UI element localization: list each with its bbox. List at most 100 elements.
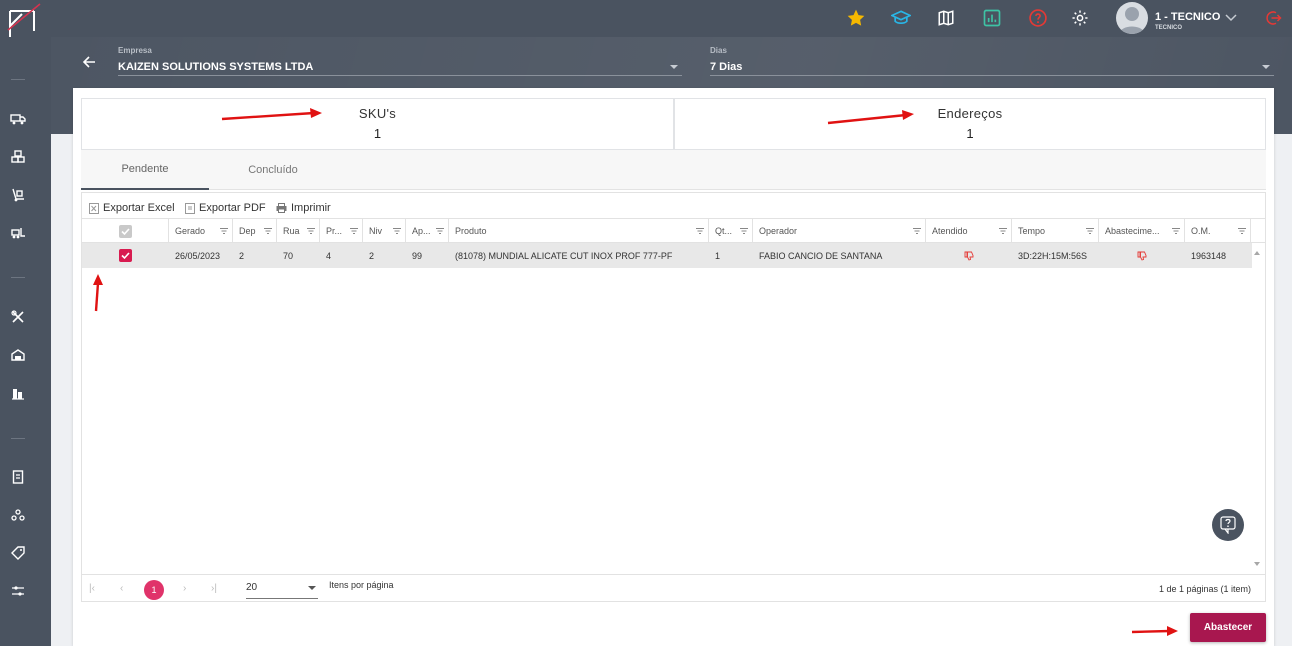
first-page-icon[interactable]: |‹	[89, 583, 95, 594]
col-header-niv[interactable]: Niv	[363, 219, 406, 243]
col-header-produto[interactable]: Produto	[449, 219, 709, 243]
current-page[interactable]: 1	[144, 580, 164, 600]
star-icon[interactable]	[845, 7, 867, 29]
filter-icon	[696, 228, 704, 234]
gear-icon[interactable]	[1069, 7, 1091, 29]
row-select-cell	[82, 243, 169, 268]
boxes-icon[interactable]	[10, 149, 26, 165]
thumbs-down-icon	[1137, 251, 1147, 261]
scroll-up-icon[interactable]	[1254, 251, 1260, 255]
map-icon[interactable]	[935, 7, 957, 29]
pdf-icon	[185, 202, 195, 214]
col-header-abastecimento[interactable]: Abastecime...	[1099, 219, 1185, 243]
col-header-qt[interactable]: Qt...	[709, 219, 753, 243]
col-header-dep[interactable]: Dep	[233, 219, 277, 243]
enderecos-value: 1	[966, 126, 974, 141]
sidebar-divider	[11, 277, 25, 278]
logout-icon[interactable]	[1262, 7, 1284, 29]
question-bubble-icon	[1220, 516, 1236, 534]
dias-label: Dias	[710, 46, 727, 55]
cell-om: 1963148	[1191, 250, 1227, 261]
truck-icon[interactable]	[10, 111, 26, 127]
next-page-icon[interactable]: ›	[183, 583, 186, 594]
cell-qt: 1	[715, 250, 721, 261]
forklift-icon[interactable]	[10, 225, 26, 241]
graduation-cap-icon[interactable]	[890, 7, 912, 29]
sidebar	[0, 37, 51, 646]
abastecer-button[interactable]: Abastecer	[1190, 613, 1266, 642]
annotation-arrow-icon	[827, 110, 914, 125]
page-size-select[interactable]: 20	[246, 582, 318, 599]
cell-operador: FABIO CANCIO DE SANTANA	[759, 250, 883, 261]
col-header-rua[interactable]: Rua	[277, 219, 320, 243]
chart-icon[interactable]	[981, 7, 1003, 29]
filter-icon	[1238, 228, 1246, 234]
cell-pr: 4	[326, 250, 332, 261]
filter-icon	[307, 228, 315, 234]
dias-caret-icon[interactable]	[1262, 65, 1270, 69]
enderecos-stat: Endereços 1	[674, 98, 1266, 150]
col-header-operador[interactable]: Operador	[753, 219, 926, 243]
help-chat-button[interactable]	[1212, 509, 1244, 541]
printer-icon	[276, 203, 287, 213]
filter-icon	[393, 228, 401, 234]
filter-icon	[1086, 228, 1094, 234]
select-all-cell	[82, 219, 169, 243]
network-icon[interactable]	[10, 507, 26, 523]
select-all-checkbox[interactable]	[118, 224, 132, 238]
print-button[interactable]: Imprimir	[276, 202, 331, 214]
tag-icon[interactable]	[10, 545, 26, 561]
cell-tempo: 3D:22H:15M:56S	[1018, 250, 1088, 261]
sliders-icon[interactable]	[10, 583, 26, 599]
user-name[interactable]: 1 - TECNICO	[1155, 11, 1220, 23]
chevron-down-icon[interactable]	[1220, 7, 1242, 29]
back-arrow-icon[interactable]	[82, 55, 96, 74]
cell-gerado: 26/05/2023	[175, 250, 221, 261]
export-excel-button[interactable]: Exportar Excel	[89, 202, 175, 214]
cell-rua: 70	[283, 250, 294, 261]
app-logo[interactable]	[0, 0, 51, 37]
annotation-arrow-icon	[221, 108, 322, 121]
empresa-underline	[118, 75, 682, 76]
avatar[interactable]	[1116, 2, 1148, 34]
tab-concluido[interactable]: Concluído	[209, 150, 337, 190]
tab-pendente[interactable]: Pendente	[81, 150, 209, 190]
col-header-ap[interactable]: Ap...	[406, 219, 449, 243]
tools-icon[interactable]	[10, 309, 26, 325]
empresa-caret-icon[interactable]	[670, 65, 678, 69]
thumbs-down-icon	[964, 251, 974, 261]
warehouse-icon[interactable]	[10, 347, 26, 363]
grid-header: Gerado Dep Rua Pr... Niv Ap... Produto Q…	[82, 218, 1265, 243]
prev-page-icon[interactable]: ‹	[120, 583, 123, 594]
top-bar: 1 - TECNICO TECNICO	[0, 0, 1292, 37]
dias-select[interactable]: 7 Dias	[710, 61, 742, 73]
document-icon[interactable]	[10, 469, 26, 485]
scroll-down-icon[interactable]	[1254, 562, 1260, 566]
export-excel-label: Exportar Excel	[103, 202, 175, 214]
col-header-atendido[interactable]: Atendido	[926, 219, 1012, 243]
col-header-om[interactable]: O.M.	[1185, 219, 1251, 243]
col-header-pr[interactable]: Pr...	[320, 219, 363, 243]
buildings-icon[interactable]	[10, 385, 26, 401]
help-icon[interactable]	[1027, 7, 1049, 29]
dolly-icon[interactable]	[10, 187, 26, 203]
skus-stat: SKU's 1	[81, 98, 674, 150]
excel-icon	[89, 202, 99, 214]
last-page-icon[interactable]: ›|	[211, 583, 217, 594]
cell-produto: (81078) MUNDIAL ALICATE CUT INOX PROF 77…	[455, 250, 673, 261]
cell-abastecimento	[1099, 243, 1185, 268]
col-header-tempo[interactable]: Tempo	[1012, 219, 1099, 243]
cell-niv: 2	[369, 250, 375, 261]
data-grid: Exportar Excel Exportar PDF Imprimir Ger…	[81, 192, 1266, 602]
export-pdf-label: Exportar PDF	[199, 202, 266, 214]
cell-atendido	[926, 243, 1012, 268]
row-checkbox[interactable]	[119, 249, 132, 262]
export-pdf-button[interactable]: Exportar PDF	[185, 202, 266, 214]
filter-icon	[740, 228, 748, 234]
per-page-label: Itens por página	[329, 580, 394, 590]
col-header-gerado[interactable]: Gerado	[169, 219, 233, 243]
enderecos-label: Endereços	[937, 106, 1003, 121]
table-row[interactable]: 26/05/2023 2 70 4 2 99 (81078) MUNDIAL A…	[82, 243, 1252, 268]
sidebar-divider	[11, 438, 25, 439]
empresa-select[interactable]: KAIZEN SOLUTIONS SYSTEMS LTDA	[118, 61, 313, 73]
